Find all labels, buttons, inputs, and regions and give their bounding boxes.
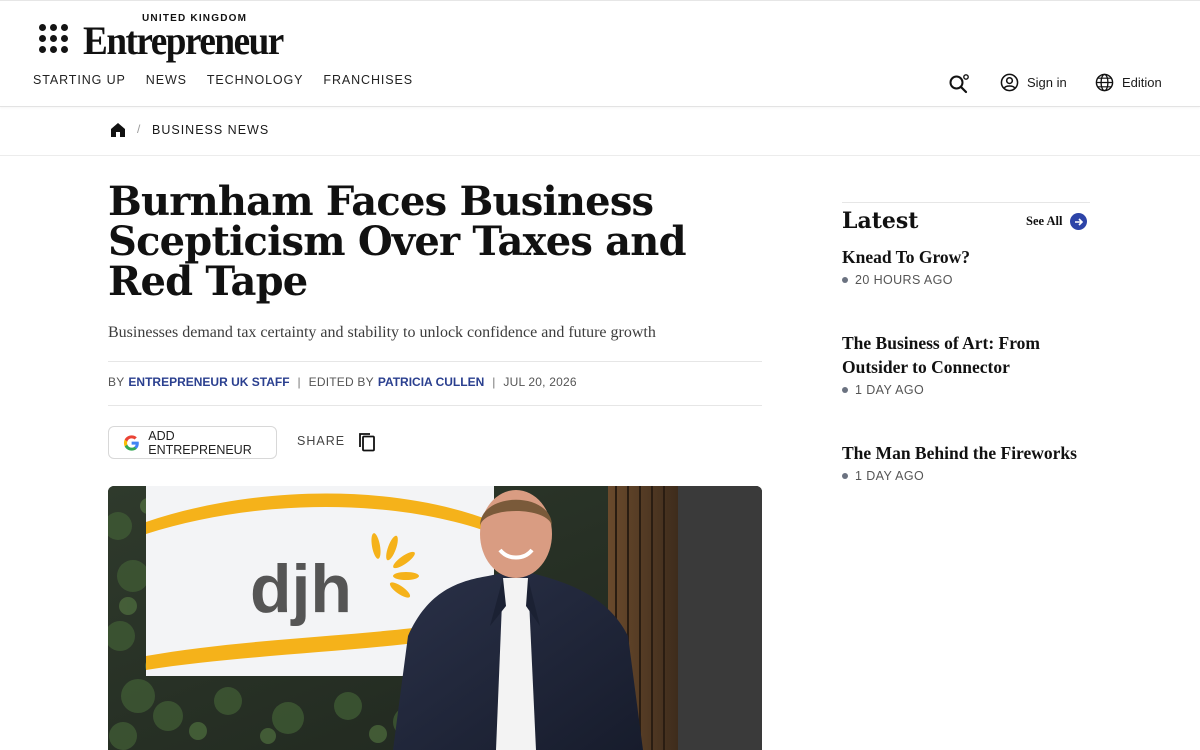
publish-date: JUL 20, 2026 — [503, 375, 577, 389]
sidebar-divider — [842, 202, 1090, 203]
edited-by-label: EDITED BY — [308, 375, 374, 389]
story-time-label: 20 HOURS AGO — [855, 273, 953, 287]
main-nav: STARTING UP NEWS TECHNOLOGY FRANCHISES — [33, 73, 413, 87]
nav-item-technology[interactable]: TECHNOLOGY — [207, 73, 304, 87]
search-button[interactable] — [948, 73, 970, 95]
user-circle-icon — [1000, 73, 1019, 92]
bullet-dot-icon — [842, 277, 848, 283]
story-time-label: 1 DAY AGO — [855, 383, 925, 397]
sign-in-label: Sign in — [1027, 75, 1067, 90]
divider — [108, 405, 762, 406]
latest-story[interactable]: Knead To Grow? 20 HOURS AGO — [842, 245, 1092, 287]
bullet-dot-icon — [842, 387, 848, 393]
site-header: UNITED KINGDOM Entrepreneur STARTING UP … — [0, 0, 1200, 107]
story-title[interactable]: The Business of Art: From Outsider to Co… — [842, 331, 1092, 379]
story-title[interactable]: The Man Behind the Fireworks — [842, 441, 1092, 465]
byline-separator: | — [297, 375, 301, 389]
breadcrumb-current[interactable]: BUSINESS NEWS — [152, 123, 269, 137]
article-dek: Businesses demand tax certainty and stab… — [108, 324, 656, 341]
bullet-dot-icon — [842, 473, 848, 479]
breadcrumb-separator: / — [137, 122, 141, 136]
article-headline: Burnham Faces Business Scepticism Over T… — [108, 178, 687, 305]
nav-item-news[interactable]: NEWS — [146, 73, 187, 87]
sign-in-button[interactable]: Sign in — [1000, 73, 1067, 92]
story-timestamp: 1 DAY AGO — [842, 469, 1092, 483]
edition-label: Edition — [1122, 75, 1162, 90]
nav-item-franchises[interactable]: FRANCHISES — [323, 73, 413, 87]
latest-story[interactable]: The Man Behind the Fireworks 1 DAY AGO — [842, 441, 1092, 483]
menu-grid-icon[interactable] — [39, 24, 69, 54]
share-label[interactable]: SHARE — [297, 434, 345, 448]
byline-separator: | — [492, 375, 496, 389]
arrow-right-icon — [1070, 213, 1088, 230]
copy-icon[interactable] — [358, 432, 376, 452]
breadcrumb: / BUSINESS NEWS — [0, 107, 1200, 156]
latest-heading: Latest — [842, 208, 919, 234]
add-entrepreneur-button[interactable]: ADD ENTREPRENEUR — [108, 426, 277, 459]
story-timestamp: 20 HOURS AGO — [842, 273, 1092, 287]
see-all-label: See All — [1026, 214, 1063, 228]
edition-button[interactable]: Edition — [1095, 73, 1162, 92]
editor-link[interactable]: PATRICIA CULLEN — [378, 375, 484, 389]
by-label: BY — [108, 375, 125, 389]
nav-item-starting-up[interactable]: STARTING UP — [33, 73, 126, 87]
home-icon[interactable] — [109, 121, 127, 139]
article-hero-image: djh — [108, 486, 762, 750]
see-all-link[interactable]: See All — [1026, 213, 1088, 230]
divider — [108, 361, 762, 362]
logo-wordmark: Entrepreneur — [83, 18, 284, 63]
story-timestamp: 1 DAY AGO — [842, 383, 1092, 397]
story-time-label: 1 DAY AGO — [855, 469, 925, 483]
search-icon — [949, 74, 969, 94]
hero-photo: djh — [108, 486, 762, 750]
globe-icon — [1095, 73, 1114, 92]
byline: BY ENTREPRENEUR UK STAFF | EDITED BY PAT… — [108, 375, 577, 389]
google-icon — [123, 434, 139, 451]
latest-story[interactable]: The Business of Art: From Outsider to Co… — [842, 331, 1092, 397]
author-link[interactable]: ENTREPRENEUR UK STAFF — [128, 375, 289, 389]
add-entrepreneur-label: ADD ENTREPRENEUR — [148, 428, 252, 457]
site-logo[interactable]: UNITED KINGDOM Entrepreneur — [83, 13, 284, 63]
sign-logo-text: djh — [250, 551, 352, 627]
story-title[interactable]: Knead To Grow? — [842, 245, 1092, 269]
